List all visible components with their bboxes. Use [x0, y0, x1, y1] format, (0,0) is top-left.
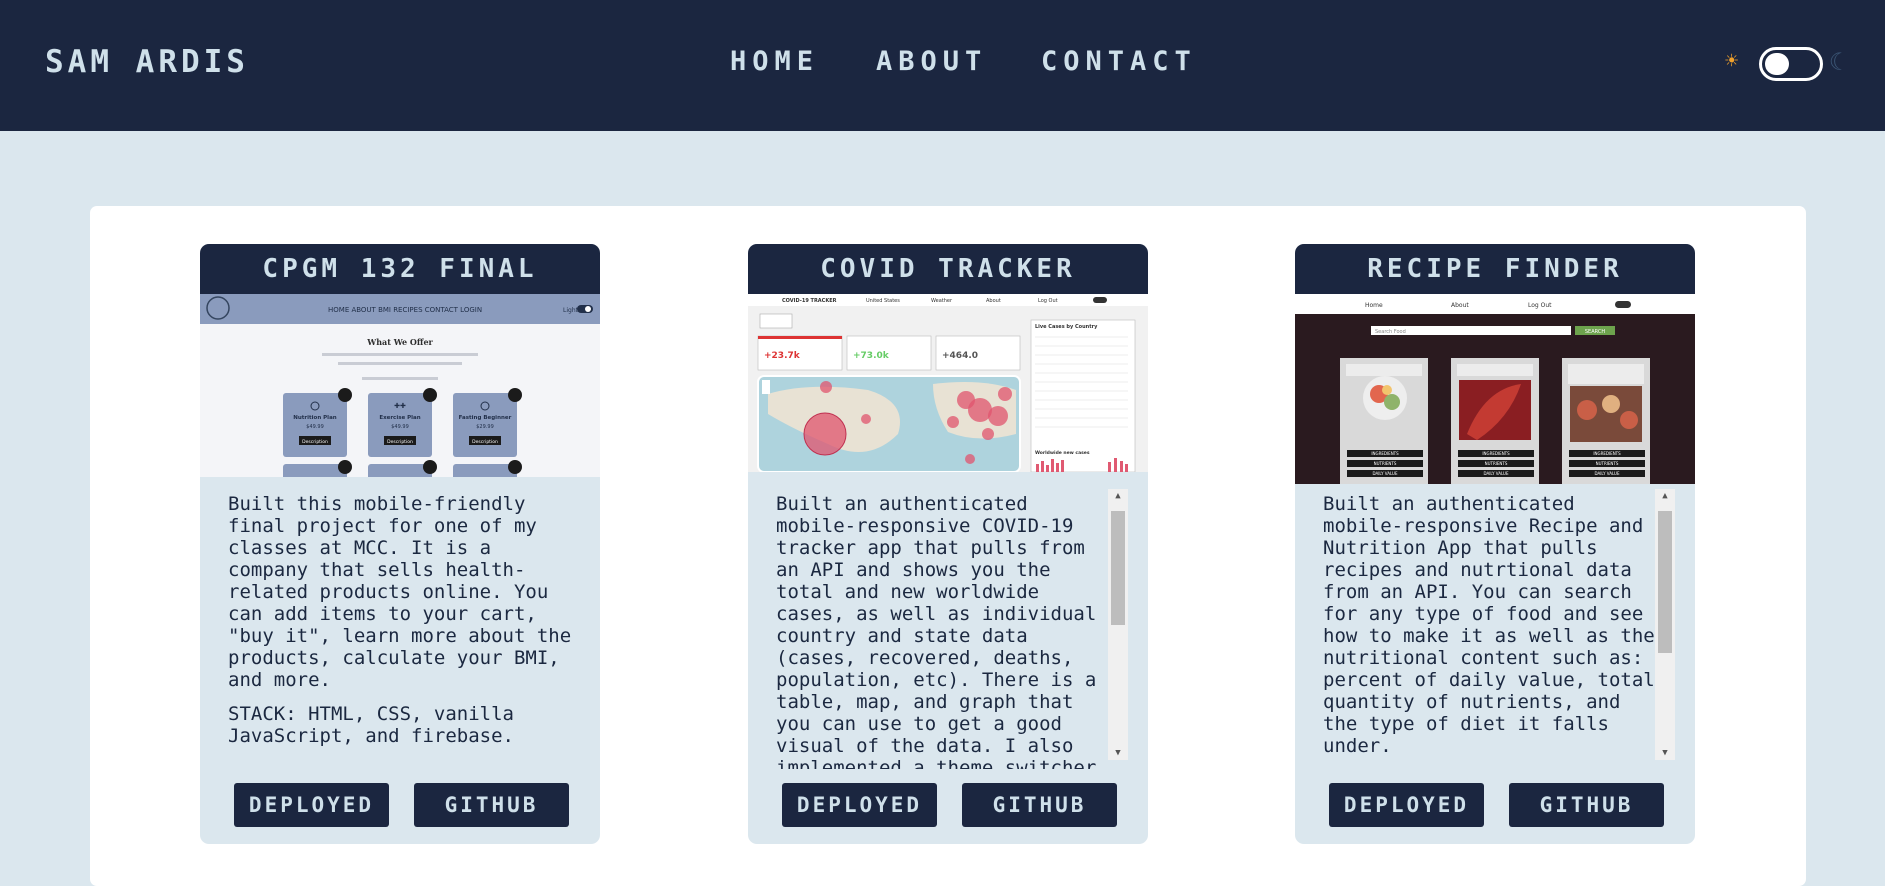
svg-text:$29.99: $29.99: [476, 424, 494, 430]
svg-text:DAILY VALUE: DAILY VALUE: [1594, 471, 1620, 476]
svg-text:NUTRIENTS: NUTRIENTS: [1485, 461, 1508, 466]
svg-text:+23.7k: +23.7k: [764, 351, 801, 361]
svg-text:✚✚: ✚✚: [394, 402, 406, 410]
plan-card: ✚✚ Exercise Plan $49.99 Description: [368, 388, 437, 457]
svg-text:Worldwide new cases: Worldwide new cases: [1035, 450, 1090, 456]
scroll-up-arrow-icon[interactable]: ▲: [1108, 491, 1128, 501]
description-text: Built an authenticated mobile-responsive…: [1323, 493, 1655, 757]
brand-logo[interactable]: SAM ARDIS: [45, 44, 249, 80]
scrollbar-thumb[interactable]: [1658, 511, 1672, 653]
project-description: Built this mobile-friendly final project…: [228, 493, 574, 769]
description-scrollbar[interactable]: ▲ ▼: [1655, 489, 1675, 760]
project-title: COVID TRACKER: [748, 244, 1148, 294]
svg-text:$49.99: $49.99: [306, 424, 324, 430]
svg-text:Exercise Plan: Exercise Plan: [379, 415, 420, 421]
plan-card: Fasting Beginner $29.99 Description: [453, 388, 522, 457]
project-screenshot-image: HOME ABOUT BMI RECIPES CONTACT LOGIN Lig…: [200, 294, 600, 477]
project-screenshot: COVID-19 TRACKER United States Weather A…: [748, 294, 1148, 472]
svg-text:Log Out: Log Out: [1528, 302, 1552, 309]
screenshot-nav: HOME ABOUT BMI RECIPES CONTACT LOGIN: [328, 306, 482, 314]
moon-icon: ☾: [1829, 48, 1844, 76]
switch-knob: [1765, 53, 1789, 75]
stat-box: +23.7k: [757, 335, 843, 371]
recipe-card: INGREDIENTS NUTRIENTS DAILY VALUE: [1562, 358, 1650, 484]
svg-text:Live Cases by Country: Live Cases by Country: [1035, 324, 1098, 330]
project-screenshot: HOME ABOUT BMI RECIPES CONTACT LOGIN Lig…: [200, 294, 600, 477]
svg-text:Light: Light: [563, 307, 579, 314]
description-text: Built this mobile-friendly final project…: [228, 493, 572, 691]
recipe-card: INGREDIENTS NUTRIENTS DAILY VALUE: [1451, 358, 1539, 484]
stat-box: +464.0: [935, 335, 1021, 371]
navbar: SAM ARDIS HOME ABOUT CONTACT ☀ ☾: [0, 0, 1885, 131]
github-button[interactable]: GITHUB: [962, 783, 1117, 827]
svg-text:SEARCH: SEARCH: [1585, 329, 1605, 335]
svg-text:INGREDIENTS: INGREDIENTS: [1482, 451, 1510, 456]
nav-about-link[interactable]: ABOUT: [876, 46, 987, 77]
project-card-recipe: RECIPE FINDER Home About Log Out Search …: [1295, 244, 1695, 844]
screenshot-heading: What We Offer: [366, 337, 433, 347]
svg-text:Log Out: Log Out: [1038, 298, 1058, 304]
project-card-covid: COVID TRACKER COVID-19 TRACKER United St…: [748, 244, 1148, 844]
svg-text:+73.0k: +73.0k: [853, 351, 890, 361]
svg-text:$49.99: $49.99: [391, 424, 409, 430]
project-description: Built an authenticated mobile-responsive…: [776, 493, 1116, 769]
svg-text:INGREDIENTS: INGREDIENTS: [1371, 451, 1399, 456]
recipe-card: INGREDIENTS NUTRIENTS DAILY VALUE: [1340, 358, 1428, 484]
description-scrollbar[interactable]: ▲ ▼: [1108, 489, 1128, 760]
nav-home-link[interactable]: HOME: [730, 46, 819, 77]
svg-text:Search Food: Search Food: [1375, 329, 1406, 335]
project-screenshot: Home About Log Out Search Food SEARCH IN…: [1295, 294, 1695, 484]
svg-text:Description: Description: [302, 439, 328, 445]
description-text: Built an authenticated mobile-responsive…: [776, 493, 1108, 769]
deployed-button[interactable]: DEPLOYED: [1329, 783, 1484, 827]
svg-text:Nutrition Plan: Nutrition Plan: [293, 415, 336, 421]
svg-text:About: About: [1451, 302, 1469, 309]
scrollbar-thumb[interactable]: [1111, 511, 1125, 625]
svg-text:NUTRIENTS: NUTRIENTS: [1374, 461, 1397, 466]
stat-box: +73.0k: [846, 335, 932, 371]
project-description: Built an authenticated mobile-responsive…: [1323, 493, 1665, 769]
svg-text:Weather: Weather: [931, 298, 953, 304]
scroll-up-arrow-icon[interactable]: ▲: [1655, 491, 1675, 501]
project-title: RECIPE FINDER: [1295, 244, 1695, 294]
svg-text:DAILY VALUE: DAILY VALUE: [1372, 471, 1398, 476]
project-screenshot-image: Home About Log Out Search Food SEARCH IN…: [1295, 294, 1695, 484]
scroll-down-arrow-icon[interactable]: ▼: [1655, 748, 1675, 758]
scroll-down-arrow-icon[interactable]: ▼: [1108, 748, 1128, 758]
github-button[interactable]: GITHUB: [414, 783, 569, 827]
svg-text:+464.0: +464.0: [942, 351, 978, 361]
nav-contact-link[interactable]: CONTACT: [1041, 46, 1197, 77]
sun-icon: ☀: [1725, 49, 1739, 74]
svg-text:United States: United States: [866, 298, 900, 304]
project-screenshot-image: COVID-19 TRACKER United States Weather A…: [748, 294, 1148, 472]
github-button[interactable]: GITHUB: [1509, 783, 1664, 827]
svg-text:Fasting Beginner: Fasting Beginner: [459, 415, 512, 421]
svg-text:Home: Home: [1365, 302, 1383, 309]
svg-text:DAILY VALUE: DAILY VALUE: [1483, 471, 1509, 476]
project-title: CPGM 132 FINAL: [200, 244, 600, 294]
project-card-cpgm: CPGM 132 FINAL HOME ABOUT BMI RECIPES CO…: [200, 244, 600, 844]
deployed-button[interactable]: DEPLOYED: [234, 783, 389, 827]
svg-text:Description: Description: [387, 439, 413, 445]
deployed-button[interactable]: DEPLOYED: [782, 783, 937, 827]
plan-card: Nutrition Plan $49.99 Description: [283, 388, 352, 457]
theme-toggle[interactable]: ☀ ☾: [1725, 47, 1845, 81]
svg-text:COVID-19 TRACKER: COVID-19 TRACKER: [782, 298, 837, 304]
svg-text:About: About: [986, 298, 1001, 304]
svg-text:NUTRIENTS: NUTRIENTS: [1596, 461, 1619, 466]
svg-text:INGREDIENTS: INGREDIENTS: [1593, 451, 1621, 456]
theme-switch[interactable]: [1759, 47, 1823, 81]
svg-text:Description: Description: [472, 439, 498, 445]
stack-text: STACK: HTML, CSS, vanilla JavaScript, an…: [228, 703, 514, 747]
